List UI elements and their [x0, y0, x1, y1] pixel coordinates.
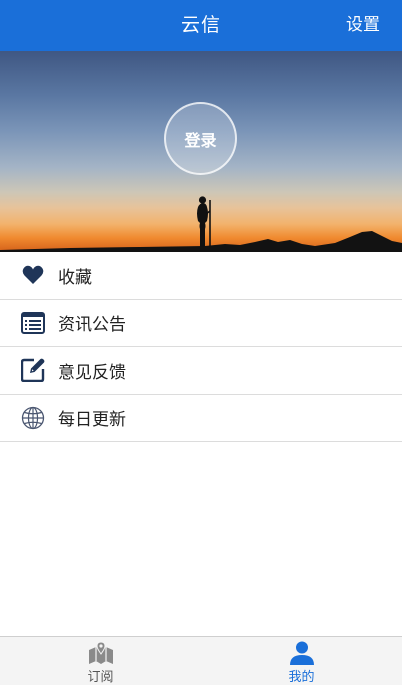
profile-menu: 收藏 资讯公告 意见反馈 每日更新 [0, 252, 402, 442]
settings-button[interactable]: 设置 [346, 0, 380, 51]
tab-mine[interactable]: 我的 [201, 637, 402, 685]
tab-label: 订阅 [87, 670, 114, 685]
person-icon [288, 640, 316, 665]
page-title: 云信 [180, 14, 221, 36]
heart-icon [20, 262, 46, 288]
menu-item-label: 每日更新 [58, 410, 126, 431]
menu-item-label: 收藏 [58, 267, 92, 288]
profile-banner: 登录 [0, 51, 402, 252]
news-list-icon [20, 310, 46, 336]
menu-item-label: 意见反馈 [58, 362, 126, 383]
menu-item-daily-update[interactable]: 每日更新 [0, 394, 402, 442]
menu-item-label: 资讯公告 [58, 315, 126, 336]
bottom-tab-bar: 订阅 我的 [0, 636, 402, 685]
login-button[interactable]: 登录 [164, 102, 237, 175]
tab-subscribe[interactable]: 订阅 [0, 637, 201, 685]
tab-label: 我的 [288, 670, 315, 685]
menu-item-feedback[interactable]: 意见反馈 [0, 347, 402, 395]
globe-icon [20, 405, 46, 431]
menu-item-favorites[interactable]: 收藏 [0, 252, 402, 300]
menu-item-news[interactable]: 资讯公告 [0, 299, 402, 347]
map-icon [87, 640, 115, 665]
top-navigation-bar: 云信 设置 [0, 0, 402, 51]
edit-feedback-icon [20, 357, 46, 383]
